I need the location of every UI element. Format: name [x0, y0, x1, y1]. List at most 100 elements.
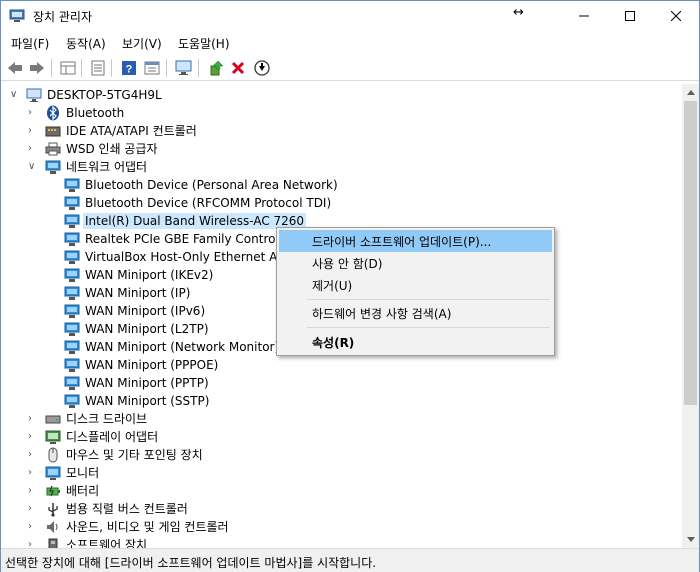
svg-text:?: ?	[126, 64, 133, 76]
sound-icon	[47, 521, 58, 533]
uninstall-button[interactable]	[228, 58, 248, 78]
battery-icon	[46, 485, 60, 497]
category-label: 디스플레이 어댑터	[66, 430, 159, 444]
software-device-icon	[48, 538, 58, 548]
network-adapter-icon	[64, 196, 80, 210]
back-icon	[8, 62, 22, 74]
network-adapter-icon	[64, 250, 80, 264]
collapse-chevron-icon[interactable]: ∨	[10, 89, 20, 101]
network-adapter-icon	[64, 268, 80, 282]
adapter-label: WAN Miniport (SSTP)	[85, 394, 210, 408]
menu-scan-hardware[interactable]: 하드웨어 변경 사항 검색(A)	[279, 302, 552, 324]
tree-category-sound[interactable]: › 사운드, 비디오 및 게임 컨트롤러	[1, 518, 681, 536]
category-label: WSD 인쇄 공급자	[66, 142, 158, 156]
menu-uninstall[interactable]: 제거(U)	[279, 274, 552, 296]
expand-chevron-icon[interactable]: ›	[28, 521, 38, 533]
expand-chevron-icon[interactable]: ›	[28, 143, 38, 155]
scroll-down-button[interactable]	[682, 531, 699, 548]
network-adapter-icon	[64, 322, 80, 336]
menu-file[interactable]: 파일(F)	[11, 35, 49, 52]
expand-chevron-icon[interactable]: ›	[28, 431, 38, 443]
network-adapter-icon	[45, 160, 61, 174]
menu-item-label: 속성(R)	[312, 336, 355, 350]
menu-help[interactable]: 도움말(H)	[178, 35, 230, 52]
close-button[interactable]	[653, 1, 699, 31]
tree-category-display[interactable]: › 디스플레이 어댑터	[1, 428, 681, 446]
menu-action[interactable]: 동작(A)	[66, 35, 106, 52]
network-adapter-item[interactable]: WAN Miniport (PPPOE)	[1, 356, 681, 374]
network-adapter-item[interactable]: Bluetooth Device (RFCOMM Protocol TDI)	[1, 194, 681, 212]
network-adapter-item[interactable]: WAN Miniport (PPTP)	[1, 374, 681, 392]
expand-chevron-icon[interactable]: ›	[28, 125, 38, 137]
menu-update-driver[interactable]: 드라이버 소프트웨어 업데이트(P)...	[279, 230, 552, 252]
adapter-label: Realtek PCIe GBE Family Controller	[85, 232, 295, 246]
bluetooth-icon	[47, 105, 59, 121]
list-button[interactable]	[88, 58, 108, 78]
adapter-label: WAN Miniport (PPPOE)	[85, 358, 219, 372]
menu-disable[interactable]: 사용 안 함(D)	[279, 252, 552, 274]
help-button[interactable]: ?	[119, 58, 139, 78]
menu-separator	[307, 327, 550, 328]
expand-chevron-icon[interactable]: ›	[28, 107, 38, 119]
status-text: 선택한 장치에 대해 [드라이버 소프트웨어 업데이트 마법사]를 시작합니다.	[5, 556, 377, 570]
properties-grid-button[interactable]	[58, 58, 78, 78]
tree-category-usb[interactable]: › 범용 직렬 버스 컨트롤러	[1, 500, 681, 518]
collapse-chevron-icon[interactable]: ∨	[28, 161, 38, 173]
network-adapter-icon	[64, 232, 80, 246]
tree-category-bluetooth[interactable]: › Bluetooth	[1, 104, 681, 122]
printer-icon	[45, 142, 61, 156]
tree-root[interactable]: ∨ DESKTOP-5TG4H9L	[1, 86, 681, 104]
tree-category-network[interactable]: ∨ 네트워크 어댑터	[1, 158, 681, 176]
back-button[interactable]	[5, 58, 25, 78]
category-label: 소프트웨어 장치	[66, 538, 148, 548]
network-adapter-item[interactable]: WAN Miniport (SSTP)	[1, 392, 681, 410]
toolbar-separator	[51, 59, 52, 77]
tree-category-monitor[interactable]: › 모니터	[1, 464, 681, 482]
adapter-label: WAN Miniport (IP)	[85, 286, 191, 300]
menu-item-label: 하드웨어 변경 사항 검색(A)	[312, 307, 452, 321]
network-adapter-item[interactable]: Bluetooth Device (Personal Area Network)	[1, 176, 681, 194]
forward-icon	[30, 62, 44, 74]
toolbar-separator	[198, 59, 199, 77]
expand-chevron-icon[interactable]: ›	[28, 449, 38, 461]
scroll-down-icon	[686, 537, 695, 542]
disable-button[interactable]	[252, 58, 272, 78]
forward-button[interactable]	[27, 58, 47, 78]
tree-category-software[interactable]: › 소프트웨어 장치	[1, 536, 681, 548]
tree-category-mouse[interactable]: › 마우스 및 기타 포인팅 장치	[1, 446, 681, 464]
expand-chevron-icon[interactable]: ›	[28, 539, 38, 548]
maximize-button[interactable]	[607, 1, 653, 31]
title-bar: 장치 관리자 ↔	[1, 1, 699, 31]
scroll-up-button[interactable]	[682, 84, 699, 101]
expand-chevron-icon[interactable]: ›	[28, 503, 38, 515]
menu-properties[interactable]: 속성(R)	[279, 331, 552, 353]
mouse-icon	[48, 447, 58, 463]
vertical-scrollbar[interactable]	[682, 84, 699, 548]
tree-category-battery[interactable]: › 배터리	[1, 482, 681, 500]
tree-category-ide[interactable]: › IDE ATA/ATAPI 컨트롤러	[1, 122, 681, 140]
expand-chevron-icon[interactable]: ›	[28, 467, 38, 479]
expand-chevron-icon[interactable]: ›	[28, 413, 38, 425]
adapter-label: WAN Miniport (IKEv2)	[85, 268, 214, 282]
menu-view[interactable]: 보기(V)	[122, 35, 162, 52]
tree-category-wsd[interactable]: › WSD 인쇄 공급자	[1, 140, 681, 158]
usb-controller-icon	[48, 503, 58, 517]
computer-name: DESKTOP-5TG4H9L	[47, 88, 162, 102]
minimize-button[interactable]	[561, 1, 607, 31]
update-driver-button[interactable]	[206, 58, 226, 78]
uninstall-icon	[231, 61, 245, 75]
scroll-up-icon	[686, 90, 695, 95]
category-label: 마우스 및 기타 포인팅 장치	[66, 448, 203, 462]
expand-chevron-icon[interactable]: ›	[28, 485, 38, 497]
network-adapter-icon	[64, 340, 80, 354]
adapter-label: Bluetooth Device (RFCOMM Protocol TDI)	[85, 196, 332, 210]
category-label: 사운드, 비디오 및 게임 컨트롤러	[66, 520, 229, 534]
resource-view-button[interactable]	[142, 58, 162, 78]
scrollbar-thumb[interactable]	[684, 101, 697, 405]
resize-arrows-icon: ↔	[513, 5, 524, 20]
network-adapter-icon	[64, 394, 80, 408]
minimize-icon	[579, 15, 589, 17]
properties-grid-icon	[60, 61, 76, 75]
scan-hardware-button[interactable]	[174, 58, 194, 78]
tree-category-disk[interactable]: › 디스크 드라이브	[1, 410, 681, 428]
